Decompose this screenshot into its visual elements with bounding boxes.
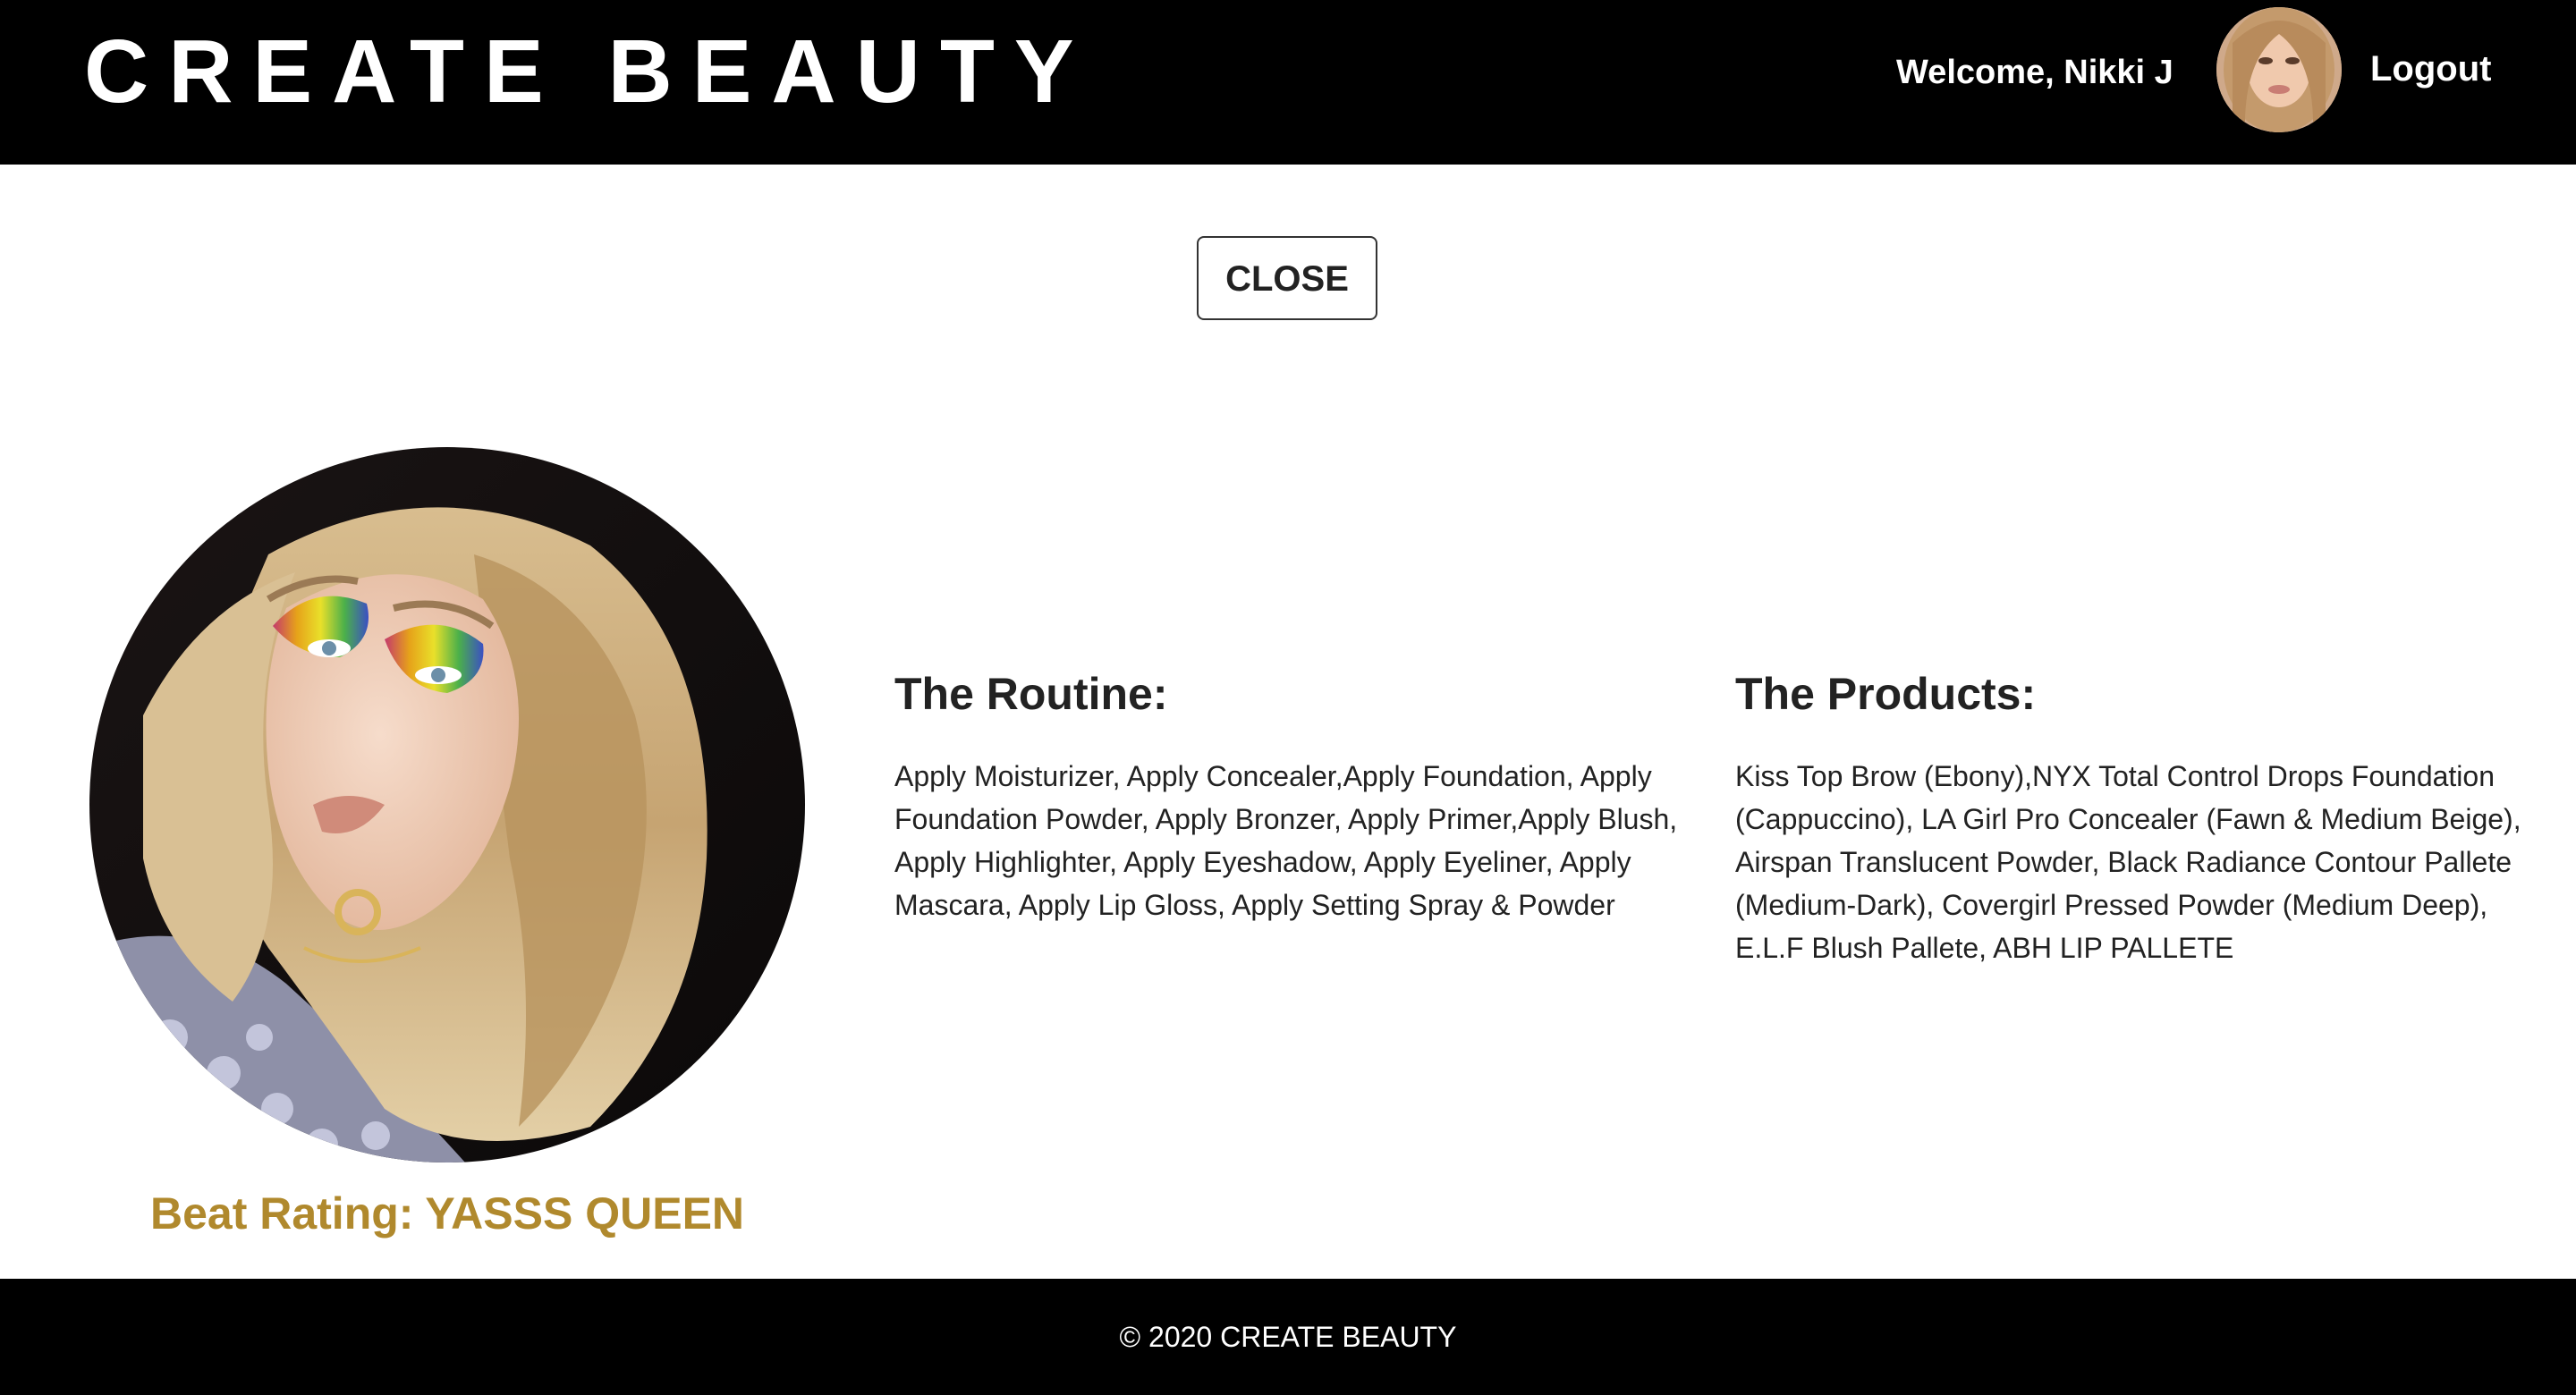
footer-copyright: © 2020 CREATE BEAUTY <box>1119 1321 1457 1353</box>
welcome-message: Welcome, Nikki J <box>1896 54 2174 91</box>
logout-link[interactable]: Logout <box>2370 46 2492 91</box>
products-title: The Products: <box>1735 669 2037 719</box>
top-header: CREATE BEAUTY Welcome, Nikki J Logout <box>0 0 2576 165</box>
avatar-image <box>2216 7 2342 132</box>
routine-text: Apply Moisturizer, Apply Concealer,Apply… <box>894 760 1678 921</box>
close-button[interactable]: CLOSE <box>1197 236 1377 320</box>
page-footer: © 2020 CREATE BEAUTY <box>0 1279 2576 1395</box>
user-avatar[interactable] <box>2216 7 2342 132</box>
products-section: The Products: Kiss Top Brow (Ebony),NYX … <box>1735 660 2540 969</box>
portrait-image <box>89 447 805 1162</box>
routine-title: The Routine: <box>894 669 1168 719</box>
beat-rating: Beat Rating: YASSS QUEEN <box>149 1188 745 1239</box>
look-photo <box>89 447 805 1162</box>
products-text: Kiss Top Brow (Ebony),NYX Total Control … <box>1735 760 2521 964</box>
brand-logo[interactable]: CREATE BEAUTY <box>84 18 1094 125</box>
routine-section: The Routine: Apply Moisturizer, Apply Co… <box>894 660 1699 926</box>
